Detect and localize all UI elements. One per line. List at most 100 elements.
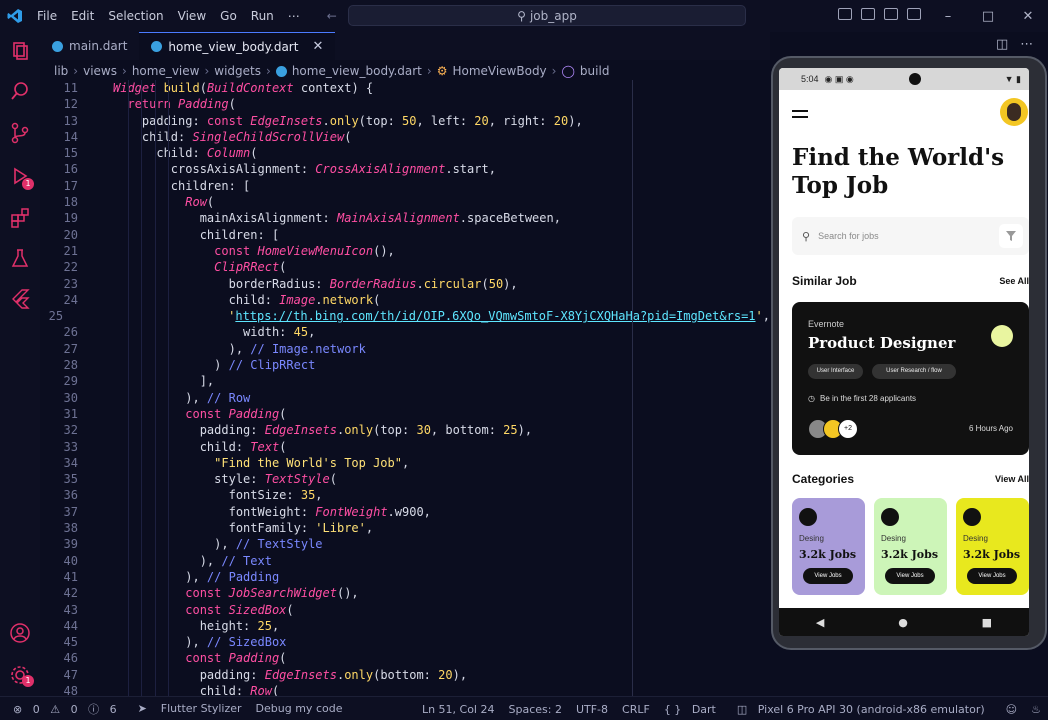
back-nav-icon[interactable]: ◀ bbox=[816, 616, 824, 629]
testing-flask-icon[interactable] bbox=[9, 247, 31, 269]
code-line[interactable]: 27 ), // Image.network bbox=[40, 341, 770, 357]
recents-nav-icon[interactable]: ■ bbox=[982, 616, 992, 629]
menu-run[interactable]: Run bbox=[244, 9, 281, 23]
view-all-link[interactable]: View All bbox=[995, 474, 1029, 484]
search-sidebar-icon[interactable] bbox=[9, 80, 31, 102]
maximize-icon[interactable]: □ bbox=[968, 9, 1008, 24]
explorer-icon[interactable] bbox=[9, 40, 31, 62]
code-line[interactable]: 33 child: Text( bbox=[40, 439, 770, 455]
code-line[interactable]: 21 const HomeViewMenuIcon(), bbox=[40, 243, 770, 259]
code-line[interactable]: 16 crossAxisAlignment: CrossAxisAlignmen… bbox=[40, 161, 770, 177]
line-ending[interactable]: CRLF bbox=[615, 703, 657, 716]
menu-edit[interactable]: Edit bbox=[64, 9, 101, 23]
toggle-panel-icon[interactable] bbox=[861, 8, 875, 20]
breadcrumb-file[interactable]: home_view_body.dart bbox=[292, 64, 422, 78]
code-line[interactable]: 43 const SizedBox( bbox=[40, 602, 770, 618]
code-line[interactable]: 45 ), // SizedBox bbox=[40, 634, 770, 650]
code-line[interactable]: 28 ) // ClipRRect bbox=[40, 357, 770, 373]
extensions-icon[interactable] bbox=[9, 207, 31, 229]
minimize-icon[interactable]: – bbox=[928, 9, 968, 24]
flutter-icon[interactable] bbox=[9, 288, 31, 310]
file-encoding[interactable]: UTF-8 bbox=[569, 703, 615, 716]
back-arrow-icon[interactable]: ← bbox=[327, 9, 337, 23]
view-jobs-button[interactable]: View Jobs bbox=[885, 568, 935, 584]
close-tab-icon[interactable]: ✕ bbox=[312, 39, 323, 54]
code-line[interactable]: 30 ), // Row bbox=[40, 390, 770, 406]
code-line[interactable]: 37 fontWeight: FontWeight.w900, bbox=[40, 504, 770, 520]
tab-home-view-body-dart[interactable]: home_view_body.dart ✕ bbox=[139, 32, 336, 60]
code-line[interactable]: 35 style: TextStyle( bbox=[40, 471, 770, 487]
code-line[interactable]: 11 Widget build(BuildContext context) { bbox=[40, 80, 770, 96]
source-control-icon[interactable] bbox=[9, 122, 31, 144]
breadcrumb-method[interactable]: build bbox=[580, 64, 610, 78]
feedback-icon[interactable]: ☺ bbox=[999, 703, 1024, 716]
category-card[interactable]: Desing 3.2k Jobs View Jobs bbox=[874, 498, 947, 595]
breadcrumb-widgets[interactable]: widgets bbox=[214, 64, 261, 78]
tab-main-dart[interactable]: main.dart bbox=[40, 32, 139, 60]
job-tag[interactable]: User Interface bbox=[808, 364, 863, 379]
breadcrumb-home-view[interactable]: home_view bbox=[132, 64, 200, 78]
menu-more[interactable]: ⋯ bbox=[281, 9, 307, 23]
code-line[interactable]: 36 fontSize: 35, bbox=[40, 487, 770, 503]
device-selector[interactable]: ◫ Pixel 6 Pro API 30 (android-x86 emulat… bbox=[730, 703, 999, 716]
code-line[interactable]: 13 padding: const EdgeInsets.only(top: 5… bbox=[40, 113, 770, 129]
code-line[interactable]: 46 const Padding( bbox=[40, 650, 770, 666]
code-line[interactable]: 22 ClipRRect( bbox=[40, 259, 770, 275]
job-search-input[interactable]: ⚲ Search for jobs bbox=[792, 217, 1029, 255]
toggle-secondary-sidebar-icon[interactable] bbox=[884, 8, 898, 20]
profile-avatar[interactable] bbox=[1000, 98, 1028, 126]
job-card[interactable]: Evernote Product Designer User Interface… bbox=[792, 302, 1029, 455]
code-line[interactable]: 14 child: SingleChildScrollView( bbox=[40, 129, 770, 145]
breadcrumb-lib[interactable]: lib bbox=[54, 64, 68, 78]
code-editor[interactable]: 11 Widget build(BuildContext context) {12… bbox=[40, 80, 770, 696]
cursor-position[interactable]: Ln 51, Col 24 bbox=[415, 703, 502, 716]
see-all-link[interactable]: See All bbox=[999, 276, 1029, 286]
code-line[interactable]: 38 fontFamily: 'Libre', bbox=[40, 520, 770, 536]
code-line[interactable]: 20 children: [ bbox=[40, 227, 770, 243]
debug-launch-icon[interactable]: ➤ bbox=[131, 702, 154, 715]
code-line[interactable]: 42 const JobSearchWidget(), bbox=[40, 585, 770, 601]
menu-selection[interactable]: Selection bbox=[101, 9, 170, 23]
customize-layout-icon[interactable] bbox=[907, 8, 921, 20]
breadcrumb-views[interactable]: views bbox=[83, 64, 117, 78]
language-mode[interactable]: { } Dart bbox=[657, 703, 730, 716]
view-jobs-button[interactable]: View Jobs bbox=[803, 568, 853, 584]
problems-indicator[interactable]: ⊗ 0 ⚠ 0 ⓘ 6 bbox=[6, 701, 131, 717]
more-actions-icon[interactable]: ⋯ bbox=[1020, 37, 1033, 52]
code-line[interactable]: 39 ), // TextStyle bbox=[40, 536, 770, 552]
phone-screen[interactable]: 5:04 ◉ ▣ ◉ ▼ ▮ Find the World's Top Job … bbox=[779, 68, 1029, 636]
code-line[interactable]: 26 width: 45, bbox=[40, 324, 770, 340]
menu-go[interactable]: Go bbox=[213, 9, 244, 23]
code-line[interactable]: 31 const Padding( bbox=[40, 406, 770, 422]
code-line[interactable]: 23 borderRadius: BorderRadius.circular(5… bbox=[40, 276, 770, 292]
code-line[interactable]: 41 ), // Padding bbox=[40, 569, 770, 585]
code-line[interactable]: 17 children: [ bbox=[40, 178, 770, 194]
code-line[interactable]: 25 'https://th.bing.com/th/id/OIP.6XQo_V… bbox=[40, 308, 770, 324]
flutter-stylizer[interactable]: Flutter Stylizer bbox=[154, 702, 249, 715]
account-icon[interactable] bbox=[9, 622, 31, 644]
toggle-sidebar-icon[interactable] bbox=[838, 8, 852, 20]
split-editor-icon[interactable]: ◫ bbox=[996, 37, 1008, 52]
category-card[interactable]: Desing 3.2k Jobs View Jobs bbox=[792, 498, 865, 595]
menu-hamburger-icon[interactable] bbox=[792, 110, 808, 122]
breadcrumb-class[interactable]: HomeViewBody bbox=[452, 64, 546, 78]
notifications-bell-icon[interactable]: ♨ bbox=[1024, 703, 1048, 716]
code-line[interactable]: 40 ), // Text bbox=[40, 553, 770, 569]
menu-file[interactable]: File bbox=[30, 9, 64, 23]
debug-my-code[interactable]: Debug my code bbox=[249, 702, 350, 715]
code-line[interactable]: 44 height: 25, bbox=[40, 618, 770, 634]
job-tag[interactable]: User Research / flow bbox=[872, 364, 956, 379]
filter-icon[interactable] bbox=[999, 224, 1023, 248]
code-line[interactable]: 48 child: Row( bbox=[40, 683, 770, 696]
command-center-search[interactable]: ⚲ job_app bbox=[348, 5, 746, 26]
code-line[interactable]: 15 child: Column( bbox=[40, 145, 770, 161]
home-nav-icon[interactable]: ● bbox=[898, 616, 908, 629]
menu-view[interactable]: View bbox=[171, 9, 213, 23]
code-line[interactable]: 18 Row( bbox=[40, 194, 770, 210]
view-jobs-button[interactable]: View Jobs bbox=[967, 568, 1017, 584]
code-line[interactable]: 24 child: Image.network( bbox=[40, 292, 770, 308]
code-line[interactable]: 19 mainAxisAlignment: MainAxisAlignment.… bbox=[40, 210, 770, 226]
code-line[interactable]: 34 "Find the World's Top Job", bbox=[40, 455, 770, 471]
indentation[interactable]: Spaces: 2 bbox=[502, 703, 569, 716]
category-card[interactable]: Desing 3.2k Jobs View Jobs bbox=[956, 498, 1029, 595]
